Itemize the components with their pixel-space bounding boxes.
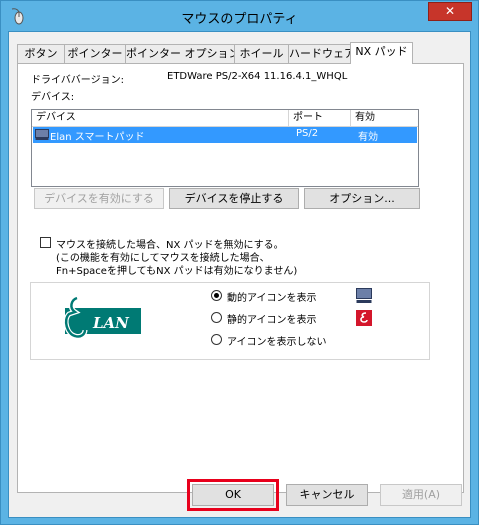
monitor-icon [356,288,372,303]
disable-on-mouse-note-2: Fn+Spaceを押してもNX パッドは有効になりません) [56,266,298,277]
column-enabled[interactable]: 有効 [351,110,418,126]
properties-window: マウスのプロパティ ✕ ボタン ポインター ポインター オプション ホイール ハ… [0,0,479,525]
icon-display-group: LAN 動的アイコンを表示 静的アイコンを表示 アイコンを表示しない [30,282,430,360]
close-button[interactable]: ✕ [428,2,472,21]
column-device[interactable]: デバイス [32,110,289,126]
cancel-button[interactable]: キャンセル [286,484,368,506]
title-bar[interactable]: マウスのプロパティ ✕ [1,1,478,31]
radio-dynamic-icon-label: 動的アイコンを表示 [227,293,317,304]
radio-no-icon[interactable] [211,334,222,345]
disable-on-mouse-checkbox[interactable] [40,237,51,248]
radio-dynamic-icon[interactable] [211,290,222,301]
touchpad-icon [35,129,49,140]
radio-static-icon[interactable] [211,312,222,323]
apply-button[interactable]: 適用(A) [380,484,462,506]
dialog-client: ボタン ポインター ポインター オプション ホイール ハードウェア NX パッド… [8,31,471,518]
disable-device-button[interactable]: デバイスを停止する [169,188,299,209]
device-list[interactable]: デバイス ポート 有効 Elan スマートパッド PS/2 有効 [31,109,419,187]
window-title: マウスのプロパティ [181,12,298,27]
column-port[interactable]: ポート [289,110,351,126]
driver-version-value: ETDWare PS/2-X64 11.16.4.1_WHQL [167,71,348,82]
devices-label: デバイス: [31,92,75,103]
elan-red-icon [356,310,372,326]
tab-buttons[interactable]: ボタン [17,44,65,63]
device-name: Elan スマートパッド [50,132,145,143]
radio-static-icon-label: 静的アイコンを表示 [227,315,317,326]
table-row[interactable]: Elan スマートパッド PS/2 有効 [33,127,417,143]
enable-device-button[interactable]: デバイスを有効にする [34,188,164,209]
tab-nx-pad[interactable]: NX パッド [350,42,413,64]
ok-highlight-frame [187,479,279,511]
tab-pointer[interactable]: ポインター [64,44,126,63]
device-enabled: 有効 [358,132,378,143]
driver-version-label: ドライババージョン: [31,75,124,86]
tab-pointer-options[interactable]: ポインター オプション [125,44,240,63]
radio-no-icon-label: アイコンを表示しない [227,337,327,348]
options-button[interactable]: オプション... [304,188,420,209]
tab-wheel[interactable]: ホイール [234,44,289,63]
tab-hardware[interactable]: ハードウェア [288,44,355,63]
close-icon: ✕ [444,4,456,18]
logo-text: LAN [92,314,130,332]
elan-logo: LAN [63,294,143,350]
device-list-header: デバイス ポート 有効 [32,110,418,127]
device-port: PS/2 [296,128,319,139]
